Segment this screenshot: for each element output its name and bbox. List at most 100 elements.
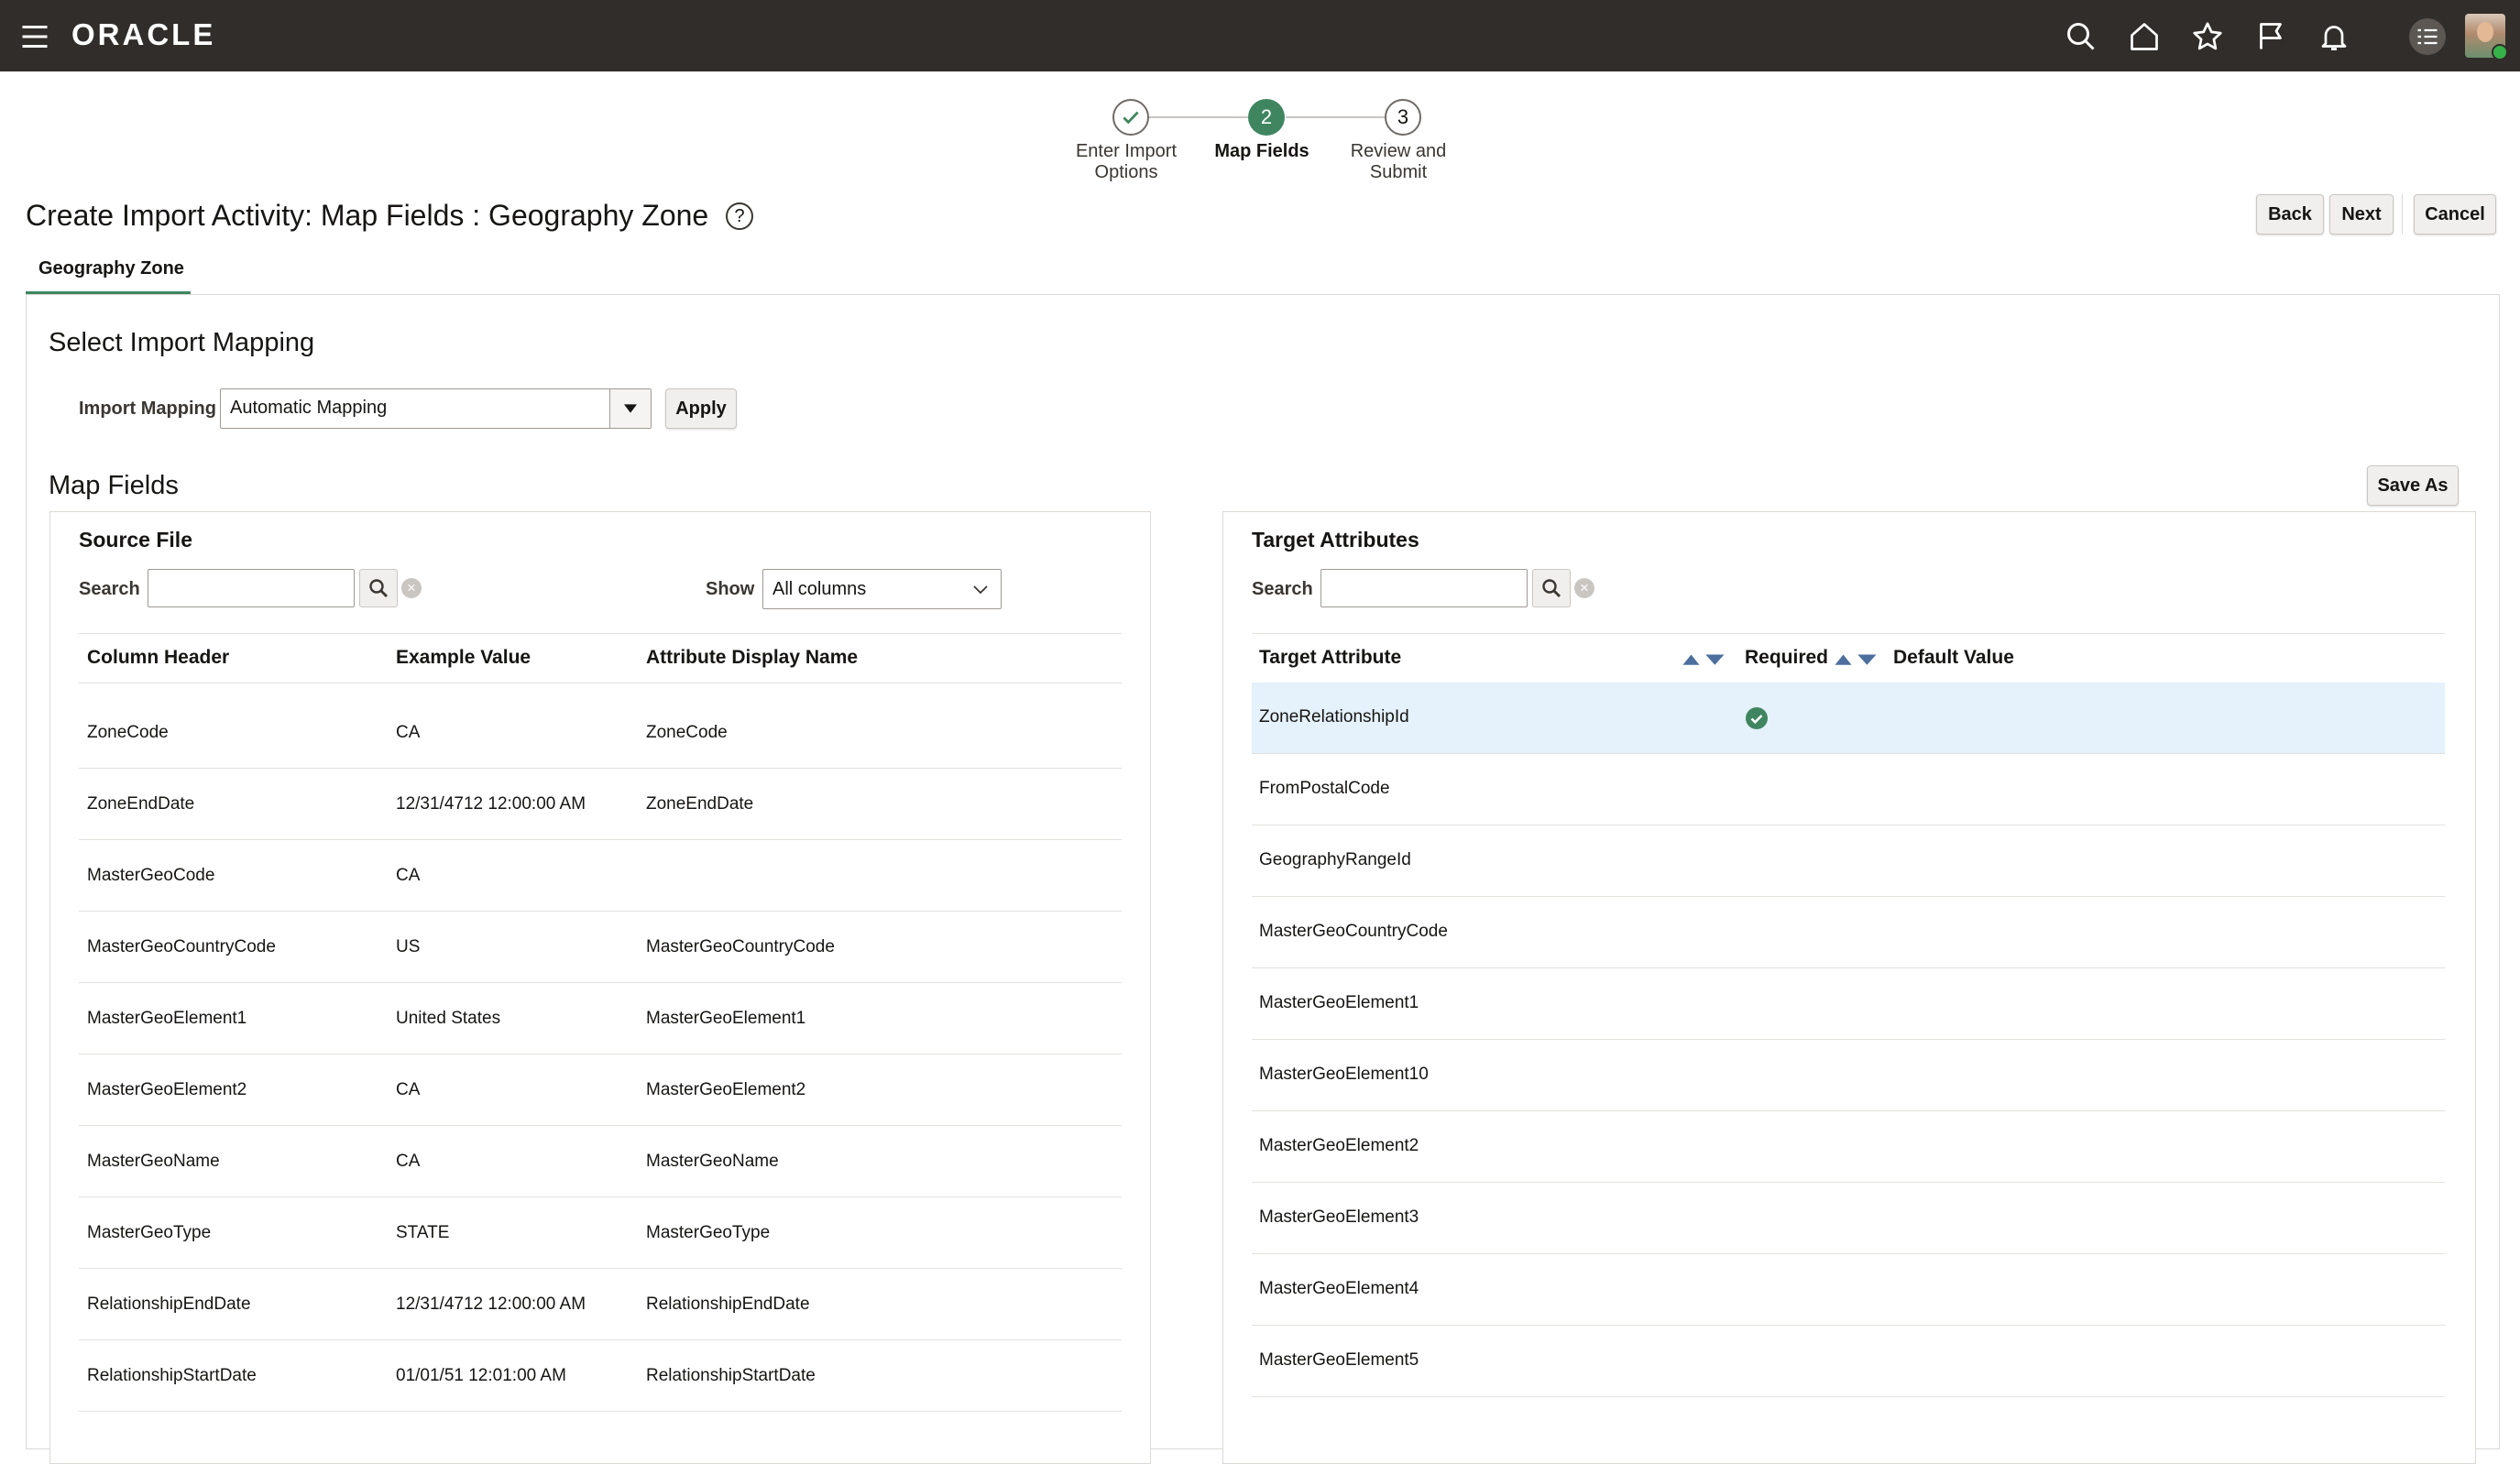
clear-search-icon[interactable]: × [401, 578, 422, 598]
oracle-logo[interactable]: ORACLE [71, 16, 215, 53]
section-title-select-mapping: Select Import Mapping [49, 328, 315, 357]
save-as-button[interactable]: Save As [2367, 465, 2459, 506]
attribute-display-name-cell: ZoneCode [646, 723, 728, 742]
example-value-cell: CA [396, 1080, 421, 1099]
row-divider [1252, 1253, 2445, 1254]
global-header: ORACLE [0, 0, 2520, 71]
button-divider [2402, 194, 2403, 235]
import-mapping-value: Automatic Mapping [230, 398, 388, 418]
target-attribute-cell: ZoneRelationshipId [1259, 707, 1409, 727]
source-search-label: Search [79, 579, 140, 599]
row-divider [79, 768, 1122, 769]
user-avatar[interactable] [2465, 14, 2508, 60]
import-mapping-select[interactable]: Automatic Mapping [220, 388, 652, 429]
tab-geography-zone[interactable]: Geography Zone [38, 258, 184, 279]
column-header-cell: MasterGeoCode [87, 866, 215, 885]
train-step-completed[interactable] [1112, 99, 1149, 136]
clear-search-icon[interactable]: × [1574, 578, 1594, 598]
sort-arrows-icon[interactable] [1833, 650, 1879, 667]
row-divider [79, 1125, 1122, 1126]
row-divider [1252, 1182, 2445, 1183]
column-header[interactable]: Required [1745, 647, 1828, 669]
show-columns-value: All columns [772, 579, 867, 599]
notifications-bell-icon[interactable] [2314, 16, 2354, 57]
sort-arrows-icon[interactable] [1681, 650, 1726, 667]
attribute-display-name-cell: RelationshipEndDate [646, 1295, 810, 1314]
column-header-cell: MasterGeoElement1 [87, 1009, 247, 1028]
target-attribute-cell: MasterGeoCountryCode [1259, 922, 1448, 941]
row-divider [1252, 967, 2445, 968]
column-header[interactable]: Attribute Display Name [646, 647, 858, 669]
row-divider [79, 982, 1122, 983]
column-header-cell: MasterGeoCountryCode [87, 937, 276, 956]
column-header-cell: RelationshipEndDate [87, 1295, 251, 1314]
target-search-button[interactable] [1532, 569, 1571, 607]
page-title: Create Import Activity: Map Fields : Geo… [26, 195, 754, 235]
back-button[interactable]: Back [2256, 194, 2324, 235]
help-icon[interactable]: ? [726, 202, 754, 230]
target-attribute-cell: FromPostalCode [1259, 779, 1390, 798]
column-header-cell: ZoneEndDate [87, 794, 195, 814]
column-header[interactable]: Default Value [1893, 647, 2014, 669]
row-divider [1252, 1396, 2445, 1397]
train-step-label[interactable]: Map Fields [1193, 141, 1331, 162]
train-step-label[interactable]: Enter Import Options [1057, 141, 1195, 183]
example-value-cell: CA [396, 1152, 421, 1171]
column-header[interactable]: Example Value [396, 647, 531, 669]
attribute-display-name-cell: MasterGeoCountryCode [646, 937, 835, 956]
next-button[interactable]: Next [2329, 194, 2394, 235]
source-search-input[interactable] [148, 569, 355, 607]
row-divider [1252, 753, 2445, 754]
column-header[interactable]: Column Header [87, 647, 229, 669]
menu-icon[interactable] [15, 16, 55, 57]
chevron-down-icon[interactable] [609, 389, 651, 428]
example-value-cell: US [396, 937, 421, 956]
source-search-button[interactable] [359, 569, 398, 607]
flag-icon[interactable] [2251, 16, 2291, 57]
column-header-cell: MasterGeoType [87, 1223, 212, 1242]
train-step-current[interactable]: 2 [1248, 99, 1285, 136]
required-check-icon [1746, 707, 1768, 729]
column-header-cell: MasterGeoName [87, 1152, 220, 1171]
attribute-display-name-cell: ZoneEndDate [646, 794, 754, 814]
row-divider [79, 839, 1122, 840]
chevron-down-icon [973, 585, 988, 595]
presence-status-icon [2492, 44, 2508, 60]
train-step-label[interactable]: Review and Submit [1330, 141, 1467, 183]
attribute-display-name-cell: MasterGeoElement2 [646, 1080, 806, 1099]
row-divider [79, 911, 1122, 912]
target-attribute-cell: GeographyRangeId [1259, 850, 1411, 869]
column-header-cell: ZoneCode [87, 723, 169, 742]
column-header[interactable]: Target Attribute [1259, 647, 1401, 669]
row-divider [1252, 1039, 2445, 1040]
home-icon[interactable] [2124, 16, 2164, 57]
row-divider [79, 1339, 1122, 1340]
show-columns-select[interactable]: All columns [762, 569, 1002, 609]
cancel-button[interactable]: Cancel [2414, 194, 2496, 235]
row-divider [1252, 1325, 2445, 1326]
example-value-cell: 12/31/4712 12:00:00 AM [396, 1295, 586, 1314]
example-value-cell: United States [396, 1009, 501, 1028]
example-value-cell: STATE [396, 1223, 450, 1242]
target-search-input[interactable] [1320, 569, 1528, 607]
row-divider [79, 1268, 1122, 1269]
target-attribute-cell: MasterGeoElement4 [1259, 1279, 1419, 1298]
tasks-icon[interactable] [2407, 16, 2448, 57]
target-attribute-cell: MasterGeoElement1 [1259, 993, 1419, 1012]
row-divider [1252, 1110, 2445, 1111]
checkmark-icon [1123, 111, 1139, 125]
target-attribute-cell: MasterGeoElement2 [1259, 1136, 1419, 1155]
train-connector [1149, 116, 1248, 118]
table-divider [1252, 633, 2445, 634]
row-divider [1252, 896, 2445, 897]
train-step-upcoming[interactable]: 3 [1385, 99, 1421, 136]
attribute-display-name-cell: MasterGeoType [646, 1223, 771, 1242]
favorites-star-icon[interactable] [2187, 16, 2228, 57]
show-label: Show [706, 579, 755, 599]
row-divider [79, 1196, 1122, 1197]
apply-button[interactable]: Apply [665, 388, 737, 429]
search-icon[interactable] [2061, 16, 2101, 57]
import-mapping-label: Import Mapping [79, 399, 216, 419]
example-value-cell: CA [396, 866, 421, 885]
source-file-title: Source File [79, 528, 192, 552]
